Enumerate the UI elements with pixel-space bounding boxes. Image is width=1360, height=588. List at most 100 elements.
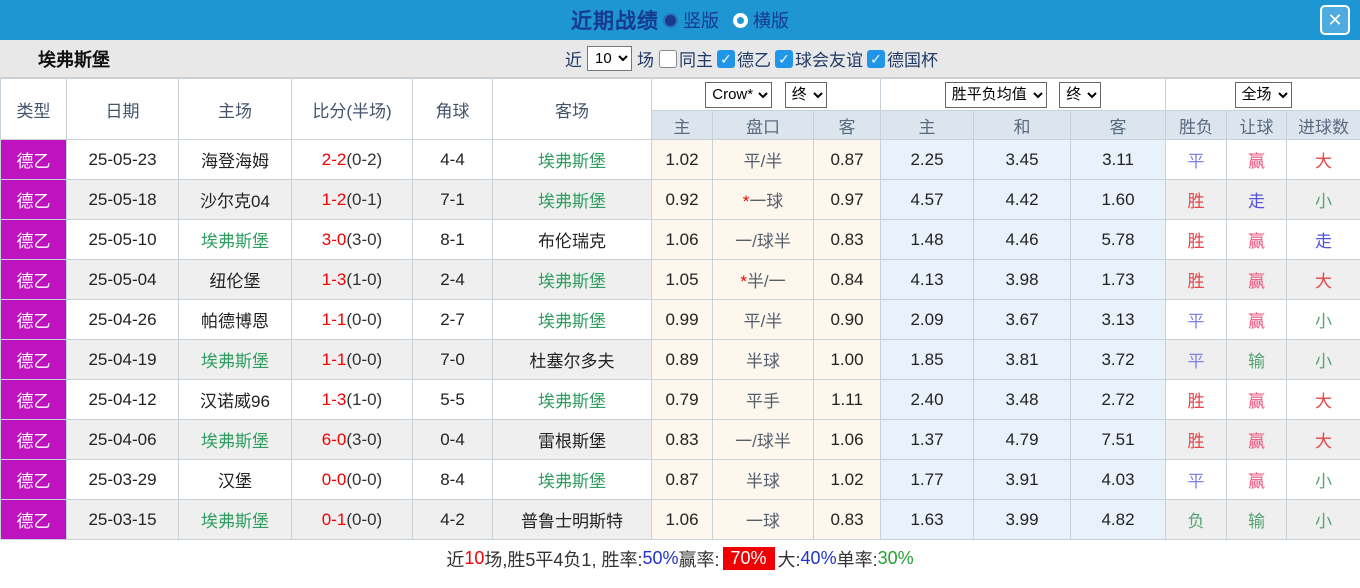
filter-bar: 埃弗斯堡 近 10 场 同主 ✓ 德乙 ✓ 球会友谊 ✓ 德国杯: [0, 40, 1360, 78]
avg-draw: 3.67: [973, 299, 1071, 340]
match-date: 25-05-18: [66, 179, 179, 220]
avg-lose: 4.03: [1069, 459, 1167, 500]
avg-draw: 3.81: [973, 339, 1071, 380]
checkbox-label: 德乙: [737, 51, 771, 70]
avg-win: 4.57: [880, 179, 974, 220]
result-outcome: 胜: [1165, 419, 1228, 460]
summary-segment: 单率:: [836, 549, 878, 570]
odds-home: 0.99: [651, 299, 713, 340]
result-goals: 大: [1286, 259, 1360, 300]
home-team: 汉诺威96: [178, 379, 292, 420]
odds-home: 0.79: [651, 379, 713, 420]
result-goals: 小: [1286, 339, 1360, 380]
odds-handicap: 一/球半: [712, 219, 814, 260]
subcol-handicap-result: 让球: [1226, 110, 1288, 140]
away-team: 布伦瑞克: [492, 219, 652, 260]
recent-count-select[interactable]: 10: [587, 46, 632, 71]
odds-time-select[interactable]: 终: [784, 81, 827, 108]
result-handicap: 赢: [1226, 459, 1288, 500]
odds-away: 0.83: [813, 499, 881, 540]
panel-title: 近期战绩: [571, 10, 659, 33]
away-team: 雷根斯堡: [492, 419, 652, 460]
summary-segment: 70%: [722, 547, 775, 570]
avg-draw: 3.91: [973, 459, 1071, 500]
avg-draw: 3.48: [973, 379, 1071, 420]
avg-win: 1.63: [880, 499, 974, 540]
avg-lose: 2.72: [1069, 379, 1167, 420]
checkbox-label: 球会友谊: [795, 51, 863, 70]
filters: 近 10 场 同主 ✓ 德乙 ✓ 球会友谊 ✓ 德国杯: [565, 46, 938, 71]
table-row: 德乙 25-03-15 埃弗斯堡 0-1(0-0) 4-2 普鲁士明斯特 1.06 一球 0.8…: [0, 499, 1360, 540]
match-score: 1-2(0-1): [291, 179, 413, 220]
summary-bar: 近 10 场,胜5平4负1, 胜率: 50% 赢率: 70% 大: 40% 单率: 30%: [0, 540, 1360, 577]
away-team: 埃弗斯堡: [492, 379, 652, 420]
odds-home: 1.06: [651, 219, 713, 260]
match-type-badge: 德乙: [0, 179, 67, 220]
result-handicap: 输: [1226, 339, 1288, 380]
checked-checkbox[interactable]: ✓: [717, 49, 735, 68]
avg-lose: 4.82: [1069, 499, 1167, 540]
subcol-odds-away: 客: [813, 110, 881, 140]
match-type-badge: 德乙: [0, 139, 67, 180]
checked-checkbox[interactable]: ✓: [867, 49, 885, 68]
match-date: 25-04-19: [66, 339, 179, 380]
result-goals: 大: [1286, 379, 1360, 420]
away-team: 埃弗斯堡: [492, 139, 652, 180]
avg-group-header: 胜平负均值 终: [879, 78, 1167, 111]
odds-handicap: 平/半: [712, 299, 814, 340]
radio-horizontal-label[interactable]: 横版: [753, 7, 789, 33]
avg-lose: 5.78: [1069, 219, 1167, 260]
odds-away: 0.97: [813, 179, 881, 220]
subcol-avg-away: 客: [1069, 110, 1167, 140]
avg-type-select[interactable]: 胜平负均值: [944, 81, 1047, 108]
match-type-badge: 德乙: [0, 219, 67, 260]
odds-home: 0.92: [651, 179, 713, 220]
away-team: 埃弗斯堡: [492, 459, 652, 500]
avg-win: 2.25: [880, 139, 974, 180]
radio-vertical-label[interactable]: 竖版: [683, 7, 719, 33]
corner-score: 2-4: [412, 259, 493, 300]
close-icon[interactable]: ✕: [1320, 5, 1350, 35]
corner-score: 5-5: [412, 379, 493, 420]
bookmaker-select[interactable]: Crow*: [705, 81, 773, 108]
match-date: 25-05-10: [66, 219, 179, 260]
match-score: 6-0(3-0): [291, 419, 413, 460]
games-label: 场: [637, 51, 654, 70]
result-group-header: 全场: [1165, 78, 1360, 111]
team-name: 埃弗斯堡: [38, 49, 110, 70]
odds-home: 0.89: [651, 339, 713, 380]
result-handicap: 赢: [1226, 419, 1288, 460]
radio-vertical-layout[interactable]: [663, 12, 678, 28]
recent-results-panel: 近期战绩 竖版 横版 ✕ 埃弗斯堡 近 10 场 同主 ✓ 德乙 ✓ 球会友谊 ✓ 德国杯 …: [0, 0, 1360, 588]
subcol-goals: 进球数: [1286, 110, 1360, 140]
odds-away: 1.02: [813, 459, 881, 500]
match-type-badge: 德乙: [0, 259, 67, 300]
result-goals: 大: [1286, 139, 1360, 180]
home-team: 埃弗斯堡: [178, 499, 292, 540]
match-date: 25-04-26: [66, 299, 179, 340]
recent-label: 近: [565, 51, 582, 70]
match-date: 25-05-23: [66, 139, 179, 180]
avg-draw: 4.46: [973, 219, 1071, 260]
odds-handicap: 平/半: [712, 139, 814, 180]
subcol-odds-home: 主: [651, 110, 713, 140]
odds-home: 1.06: [651, 499, 713, 540]
result-handicap: 输: [1226, 499, 1288, 540]
odds-handicap: 一球: [712, 499, 814, 540]
recent-matches-table: 类型 日期 主场 比分(半场) 角球 客场 Crow* 终 胜平负均值 终 全场: [0, 78, 1360, 540]
subcol-avg-home: 主: [880, 110, 974, 140]
match-date: 25-05-04: [66, 259, 179, 300]
summary-segment: 30%: [877, 548, 914, 568]
avg-lose: 1.60: [1069, 179, 1167, 220]
result-outcome: 胜: [1165, 179, 1228, 220]
checked-checkbox[interactable]: ✓: [775, 49, 793, 68]
avg-time-select[interactable]: 终: [1059, 81, 1102, 108]
result-outcome: 平: [1165, 299, 1228, 340]
result-outcome: 平: [1165, 139, 1228, 180]
avg-draw: 3.99: [973, 499, 1071, 540]
odds-home: 0.87: [651, 459, 713, 500]
radio-horizontal-layout[interactable]: [733, 12, 748, 28]
summary-segment: 近: [446, 549, 465, 570]
unchecked-checkbox[interactable]: [659, 49, 677, 68]
period-select[interactable]: 全场: [1234, 81, 1292, 108]
